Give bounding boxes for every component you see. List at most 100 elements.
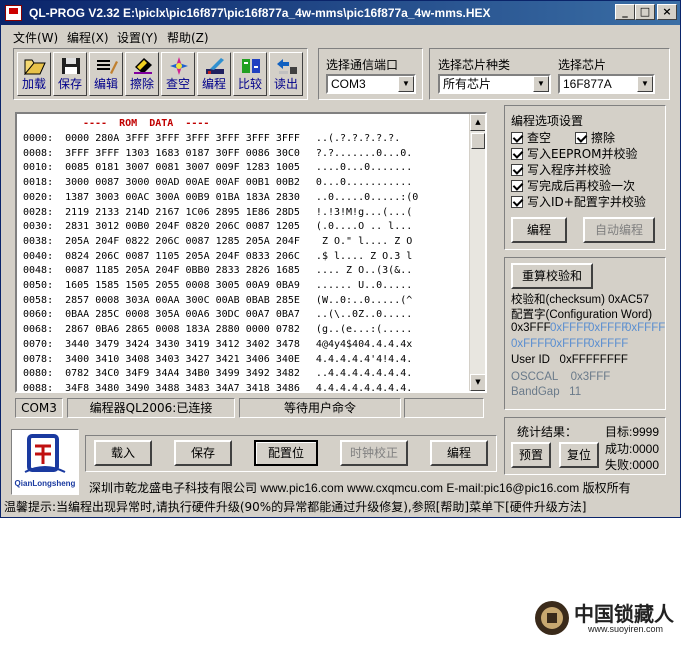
chevron-down-icon[interactable]: ▼	[398, 76, 414, 92]
chip-select[interactable]: 16F877A ▼	[558, 74, 655, 94]
option-write-id-config[interactable]: 写入ID+配置字并校验	[511, 193, 646, 210]
port-select[interactable]: COM3 ▼	[326, 74, 416, 94]
chevron-down-icon[interactable]: ▼	[637, 76, 653, 92]
hex-row: 0048: 0087 1185 205A 204F 0BB0 2833 2826 …	[23, 264, 412, 278]
hex-address: 0058:	[23, 294, 54, 306]
blank-check-icon	[170, 57, 188, 75]
save-file-button[interactable]: 保存	[174, 440, 232, 466]
minimize-button[interactable]: _	[615, 4, 635, 20]
hex-row: 0038: 205A 204F 0822 206C 0087 1285 205A …	[23, 235, 412, 249]
auto-program-button[interactable]: 自动编程	[583, 217, 655, 243]
hex-data: 3FFF 3FFF 1303 1683 0187 30FF 0086 30C0	[65, 147, 300, 159]
checksum-value: 校验和(checksum) 0xAC57	[511, 294, 650, 306]
checkbox-checked-icon[interactable]	[511, 148, 523, 160]
title-bar[interactable]: QL-PROG V2.32 E:\piclx\pic16f877\pic16f8…	[1, 1, 680, 25]
reset-button[interactable]: 复位	[559, 442, 599, 468]
logo-text: QianLongsheng	[14, 479, 76, 488]
watermark-url: www.suoyiren.com	[588, 624, 664, 634]
hex-ascii: (g..(e...:(.....	[315, 324, 413, 336]
blank-check-button[interactable]: 查空	[161, 52, 195, 96]
hex-data: 0824 206C 0087 1105 205A 204F 0833 206C	[65, 250, 300, 262]
hex-data: 0BAA 285C 0008 305A 00A6 30DC 00A7 0BA7	[65, 309, 300, 321]
hex-ascii: ....0...0.......	[315, 162, 413, 174]
hex-address: 0020:	[23, 191, 54, 203]
tip-bar: 温馨提示:当编程出现异常时,请执行硬件升级(90%的异常都能通过升级修复),参照…	[4, 500, 587, 514]
seal-logo-icon	[535, 601, 569, 635]
save-button[interactable]: 保存	[53, 52, 87, 96]
option-erase[interactable]: 擦除	[575, 129, 615, 146]
option-reverify[interactable]: 写完成后再校验一次	[511, 177, 635, 194]
compare-button[interactable]: 比较	[233, 52, 267, 96]
checkbox-checked-icon[interactable]	[511, 180, 523, 192]
hex-data: 1387 3003 00AC 300A 00B9 01BA 183A 2830	[65, 191, 300, 203]
menu-help[interactable]: 帮助(Z)	[167, 29, 209, 46]
checkbox-checked-icon[interactable]	[511, 196, 523, 208]
hex-ascii: ..0.....0.....:(0	[315, 191, 419, 203]
hex-row: 0058: 2857 0008 303A 00AA 300C 00AB 0BAB …	[23, 294, 412, 308]
hex-row: 0078: 3400 3410 3408 3403 3427 3421 3406 …	[23, 353, 412, 367]
scroll-up-icon[interactable]: ▲	[470, 114, 485, 131]
close-button[interactable]: ×	[657, 4, 677, 20]
option-blank-check[interactable]: 查空	[511, 129, 551, 146]
qianlongsheng-logo-icon	[24, 434, 66, 473]
hex-row: 0070: 3440 3479 3424 3430 3419 3412 3402 …	[23, 338, 412, 352]
hex-address: 0068:	[23, 324, 54, 336]
scroll-thumb[interactable]	[471, 133, 485, 149]
config-word-value-2: 0xFFFF	[588, 322, 629, 334]
status-state: 等待用户命令	[239, 398, 401, 418]
program-button[interactable]: 编程	[197, 52, 231, 96]
hex-ascii: 4.4.4.4.4.4.4.4.	[315, 382, 413, 393]
checkbox-checked-icon[interactable]	[575, 132, 587, 144]
maximize-button[interactable]: □	[635, 4, 655, 20]
options-program-button[interactable]: 编程	[511, 217, 567, 243]
hex-address: 0080:	[23, 368, 54, 380]
option-write-eeprom[interactable]: 写入EEPROM并校验	[511, 145, 638, 162]
hex-data: 1605 1585 1505 2055 0008 3005 00A9 0BA9	[65, 280, 300, 291]
hex-address: 0088:	[23, 382, 54, 393]
hex-ascii: Z O." l.... Z O	[315, 235, 413, 247]
hex-ascii: (.0....O .. l...	[315, 221, 413, 233]
config-word-value-0: 0x3FFF	[511, 322, 551, 334]
hex-address: 0048:	[23, 265, 54, 277]
hex-address: 0018:	[23, 177, 54, 189]
load-file-button[interactable]: 载入	[94, 440, 152, 466]
hex-row: 0000: 0000 280A 3FFF 3FFF 3FFF 3FFF 3FFF …	[23, 132, 400, 146]
scroll-down-icon[interactable]: ▼	[470, 374, 485, 391]
read-button[interactable]: 读出	[269, 52, 303, 96]
config-word-label: 配置字(Configuration Word)	[511, 309, 653, 321]
hex-data-view[interactable]: ---- ROM DATA ---- 0000: 0000 280A 3FFF 3…	[15, 112, 487, 393]
action-program-button[interactable]: 编程	[430, 440, 488, 466]
menu-settings[interactable]: 设置(Y)	[117, 29, 158, 46]
hex-data: 2857 0008 303A 00AA 300C 00AB 0BAB 285E	[65, 294, 300, 306]
edit-icon	[97, 60, 118, 74]
menu-file[interactable]: 文件(W)	[13, 29, 58, 46]
chevron-down-icon[interactable]: ▼	[533, 76, 549, 92]
recalc-checksum-button[interactable]: 重算校验和	[511, 263, 593, 289]
hex-address: 0078:	[23, 353, 54, 365]
stats-target: 目标:9999	[605, 425, 660, 439]
menu-program[interactable]: 编程(X)	[67, 29, 109, 46]
menu-bar: 文件(W) 编程(X) 设置(Y) 帮助(Z)	[1, 26, 680, 46]
stats-title: 统计结果：	[517, 425, 578, 439]
option-write-program[interactable]: 写入程序并校验	[511, 161, 611, 178]
program-icon	[206, 58, 224, 74]
vertical-scrollbar[interactable]: ▲ ▼	[469, 114, 485, 391]
hex-data: 0000 280A 3FFF 3FFF 3FFF 3FFF 3FFF 3FFF	[65, 133, 300, 144]
hex-ascii: ..(\..0Z..0.....	[315, 309, 413, 321]
edit-button[interactable]: 编辑	[89, 52, 123, 96]
hex-ascii: (W..0:..0.....(^	[315, 294, 413, 306]
chip-type-select[interactable]: 所有芯片 ▼	[438, 74, 551, 94]
config-bits-button[interactable]: 配置位	[254, 440, 318, 466]
checkbox-checked-icon[interactable]	[511, 164, 523, 176]
hex-address: 0050:	[23, 280, 54, 291]
erase-button[interactable]: 擦除	[125, 52, 159, 96]
hex-data: 0782 34C0 34F9 34A4 34B0 3499 3492 3482	[65, 368, 300, 380]
preset-button[interactable]: 预置	[511, 442, 551, 468]
clock-calibration-button[interactable]: 时钟校正	[340, 440, 408, 466]
stats-fail: 失败:0000	[605, 458, 660, 472]
chip-type-label: 选择芯片种类	[438, 58, 511, 72]
load-button[interactable]: 加载	[17, 52, 51, 96]
hex-ascii: ?.?.......0...0.	[315, 147, 413, 159]
hex-ascii: ..4.4.4.4.4.4.4.	[315, 368, 413, 380]
checkbox-checked-icon[interactable]	[511, 132, 523, 144]
